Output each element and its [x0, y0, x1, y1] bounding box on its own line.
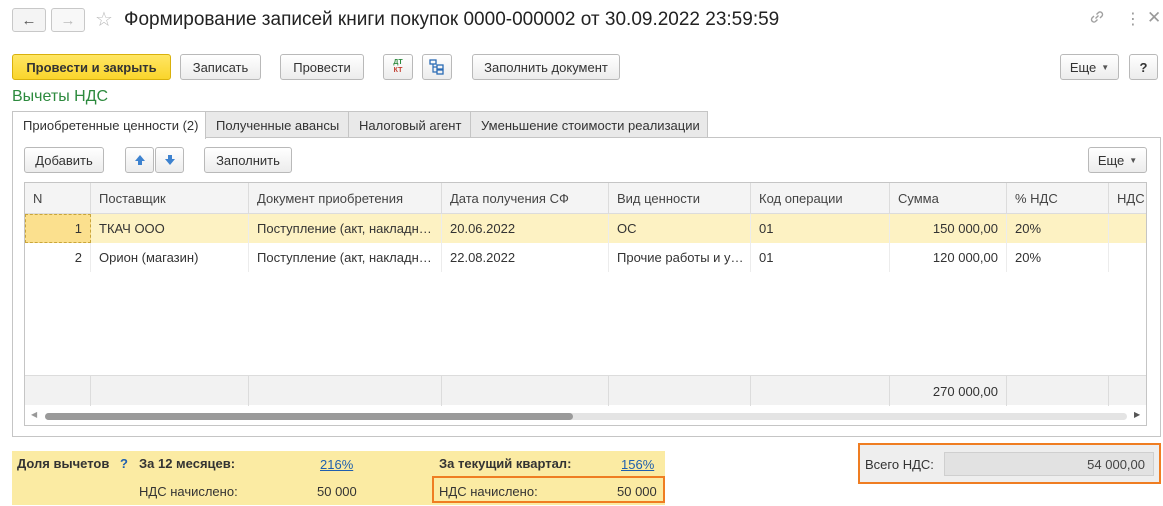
cell-document[interactable]: Поступление (акт, накладн…: [249, 214, 442, 243]
help-icon[interactable]: ?: [120, 456, 128, 471]
scroll-right-icon[interactable]: ▶: [1134, 410, 1140, 419]
fill-button[interactable]: Заполнить: [204, 147, 292, 173]
arrow-right-icon: →: [60, 11, 76, 29]
save-button[interactable]: Записать: [180, 54, 261, 80]
footer-cell: [751, 376, 890, 406]
cell-n[interactable]: 2: [25, 243, 91, 272]
footer-cell: [91, 376, 249, 406]
help-button[interactable]: ?: [1129, 54, 1158, 80]
cell-sum[interactable]: 150 000,00: [890, 214, 1007, 243]
post-and-close-button[interactable]: Провести и закрыть: [12, 54, 171, 80]
quarter-link[interactable]: 156%: [621, 457, 654, 472]
cell-document[interactable]: Поступление (акт, накладн…: [249, 243, 442, 272]
deductions-share-label: Доля вычетов: [17, 456, 110, 471]
footer-cell: [442, 376, 609, 406]
vat-charged-quarter-value: 50 000: [617, 484, 657, 499]
column-header-operation-code[interactable]: Код операции: [751, 183, 890, 214]
quarter-label: За текущий квартал:: [439, 456, 572, 471]
arrow-down-icon: [164, 155, 175, 165]
dt-kt-button[interactable]: ДТ КТ: [383, 54, 413, 80]
footer-cell: [1007, 376, 1109, 406]
table-more-button[interactable]: Еще ▼: [1088, 147, 1147, 173]
tab-tax-agent[interactable]: Налоговый агент: [348, 111, 471, 138]
window-title: Формирование записей книги покупок 0000-…: [124, 9, 780, 30]
column-header-value-type[interactable]: Вид ценности: [609, 183, 751, 214]
caret-down-icon: ▼: [1101, 62, 1110, 72]
favorite-star-icon[interactable]: ☆: [95, 7, 113, 32]
back-button[interactable]: ←: [12, 8, 46, 32]
cell-invoice-date[interactable]: 22.08.2022: [442, 243, 609, 272]
move-up-button[interactable]: [125, 147, 154, 173]
post-button[interactable]: Провести: [280, 54, 364, 80]
add-row-button[interactable]: Добавить: [24, 147, 104, 173]
footer-cell: [25, 376, 91, 406]
tab-cost-reduction[interactable]: Уменьшение стоимости реализации: [470, 111, 708, 138]
column-header-n[interactable]: N: [25, 183, 91, 214]
more-label: Еще: [1069, 59, 1097, 75]
total-vat-field: 54 000,00: [944, 452, 1154, 476]
cell-vat[interactable]: [1109, 214, 1146, 243]
cell-supplier[interactable]: Орион (магазин): [91, 243, 249, 272]
forward-button[interactable]: →: [51, 8, 85, 32]
cell-vat[interactable]: [1109, 243, 1146, 272]
purchases-table[interactable]: N Поставщик Документ приобретения Дата п…: [24, 182, 1147, 426]
cell-supplier[interactable]: ТКАЧ ООО: [91, 214, 249, 243]
column-header-sum[interactable]: Сумма: [890, 183, 1007, 214]
structure-button[interactable]: [422, 54, 452, 80]
more-button[interactable]: Еще ▼: [1060, 54, 1119, 80]
table-row[interactable]: 2 Орион (магазин) Поступление (акт, накл…: [25, 243, 1146, 272]
tab-acquired-values[interactable]: Приобретенные ценности (2): [12, 111, 206, 139]
scrollbar-thumb[interactable]: [45, 413, 573, 420]
column-header-supplier[interactable]: Поставщик: [91, 183, 249, 214]
caret-down-icon: ▼: [1129, 155, 1138, 165]
scroll-left-icon[interactable]: ◀: [31, 410, 37, 419]
tab-received-advances[interactable]: Полученные авансы: [205, 111, 349, 138]
cell-vat-rate[interactable]: 20%: [1007, 214, 1109, 243]
footer-cell: [609, 376, 751, 406]
dt-label: ДТ: [393, 59, 403, 66]
hierarchy-icon: [429, 59, 444, 75]
months12-label: За 12 месяцев:: [139, 456, 236, 471]
column-header-vat[interactable]: НДС: [1109, 183, 1146, 214]
section-title: Вычеты НДС: [12, 88, 109, 105]
move-down-button[interactable]: [155, 147, 184, 173]
column-header-invoice-date[interactable]: Дата получения СФ: [442, 183, 609, 214]
vat-charged-quarter-label: НДС начислено:: [439, 484, 538, 499]
cell-invoice-date[interactable]: 20.06.2022: [442, 214, 609, 243]
cell-operation-code[interactable]: 01: [751, 243, 890, 272]
column-header-document[interactable]: Документ приобретения: [249, 183, 442, 214]
arrow-up-icon: [134, 155, 145, 165]
kt-label: КТ: [393, 67, 403, 74]
column-header-vat-rate[interactable]: % НДС: [1007, 183, 1109, 214]
fill-document-button[interactable]: Заполнить документ: [472, 54, 620, 80]
table-footer: 270 000,00: [25, 375, 1146, 406]
arrow-left-icon: ←: [21, 11, 37, 29]
months12-link[interactable]: 216%: [320, 457, 353, 472]
table-more-label: Еще: [1097, 152, 1125, 168]
total-vat-label: Всего НДС:: [865, 457, 934, 472]
horizontal-scrollbar[interactable]: ◀ ▶: [25, 407, 1146, 425]
table-row[interactable]: 1 ТКАЧ ООО Поступление (акт, накладн… 20…: [25, 214, 1146, 243]
cell-n[interactable]: 1: [25, 214, 91, 243]
vat-charged-12-label: НДС начислено:: [139, 484, 238, 499]
cell-value-type[interactable]: Прочие работы и у…: [609, 243, 751, 272]
close-icon[interactable]: ✕: [1147, 8, 1161, 28]
footer-cell: [249, 376, 442, 406]
cell-vat-rate[interactable]: 20%: [1007, 243, 1109, 272]
total-vat-box: Всего НДС: 54 000,00: [858, 443, 1161, 484]
cell-sum[interactable]: 120 000,00: [890, 243, 1007, 272]
vat-charged-12-value: 50 000: [317, 484, 357, 499]
footer-sum-total: 270 000,00: [890, 376, 1007, 406]
cell-operation-code[interactable]: 01: [751, 214, 890, 243]
cell-value-type[interactable]: ОС: [609, 214, 751, 243]
link-icon[interactable]: [1089, 9, 1105, 30]
more-vertical-icon[interactable]: ⋮: [1125, 9, 1141, 29]
footer-cell: [1109, 376, 1146, 406]
